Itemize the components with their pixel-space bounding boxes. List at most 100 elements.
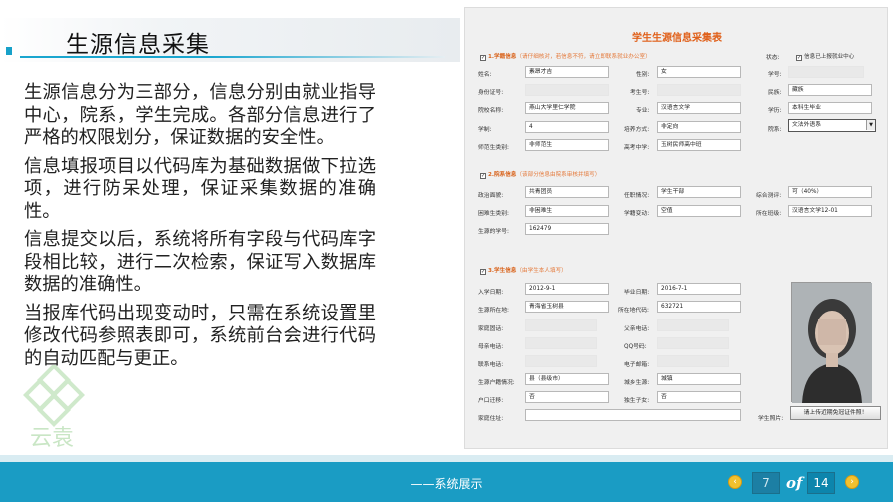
class-field[interactable]: 汉语言文学12-01 bbox=[788, 205, 872, 217]
training-field[interactable]: 非定向 bbox=[657, 121, 741, 133]
status-change-field[interactable]: 空值 bbox=[657, 205, 741, 217]
ethnic-field[interactable]: 藏族 bbox=[788, 84, 872, 96]
title-underline bbox=[20, 56, 445, 58]
political-field[interactable]: 共青团员 bbox=[525, 186, 609, 198]
area-code-field[interactable]: 632721 bbox=[657, 301, 741, 313]
duty-label: 任职情况: bbox=[624, 193, 650, 199]
area-code-label: 所在地代码: bbox=[618, 308, 649, 314]
education-label: 学历: bbox=[768, 108, 782, 114]
chevron-right-icon: › bbox=[850, 477, 854, 487]
hukou-move-field[interactable]: 否 bbox=[525, 391, 609, 403]
total-pages: 14 bbox=[807, 472, 835, 494]
ethnic-label: 民族: bbox=[768, 90, 782, 96]
qq-field[interactable] bbox=[657, 337, 729, 349]
section-1-checkbox[interactable]: ✓ bbox=[480, 55, 486, 61]
section-3-checkbox[interactable]: ✓ bbox=[480, 269, 486, 275]
score-field[interactable]: 可（40%） bbox=[788, 186, 872, 198]
email-field[interactable] bbox=[657, 355, 729, 367]
logo-text: 云袁 bbox=[30, 426, 75, 451]
section-2-checkbox[interactable]: ✓ bbox=[480, 173, 486, 179]
next-page-button[interactable]: › bbox=[845, 475, 859, 489]
slide-body: 生源信息分为三部分，信息分别由就业指导中心，院系，学生完成。各部分信息进行了严格… bbox=[24, 82, 376, 376]
high-school-label: 高考中学: bbox=[624, 145, 650, 151]
political-label: 政治面貌: bbox=[478, 193, 504, 199]
contact-phone-field[interactable] bbox=[525, 355, 597, 367]
student-id-field[interactable] bbox=[788, 66, 864, 78]
origin-place-label: 生源所在地: bbox=[478, 308, 509, 314]
page-of-label: of bbox=[786, 474, 803, 492]
address-field[interactable] bbox=[525, 409, 741, 421]
contact-phone-label: 联系电话: bbox=[478, 362, 504, 368]
only-child-label: 独生子女: bbox=[624, 398, 650, 404]
email-label: 电子邮箱: bbox=[624, 362, 650, 368]
portrait-icon bbox=[792, 283, 872, 403]
enroll-date-label: 入学日期: bbox=[478, 290, 504, 296]
home-phone-field[interactable] bbox=[525, 319, 597, 331]
urban-rural-field[interactable]: 城镇 bbox=[657, 373, 741, 385]
hardship-field[interactable]: 非困难生 bbox=[525, 205, 609, 217]
idcard-label: 身份证号: bbox=[478, 90, 504, 96]
gender-field[interactable]: 女 bbox=[657, 66, 741, 78]
hukou-label: 生源户籍情况: bbox=[478, 380, 515, 386]
mother-phone-field[interactable] bbox=[525, 337, 597, 349]
graduation-date-field[interactable]: 2016-7-1 bbox=[657, 283, 741, 295]
years-field[interactable]: 4 bbox=[525, 121, 609, 133]
urban-rural-label: 城乡生源: bbox=[624, 380, 650, 386]
slide: 生源信息采集 生源信息分为三部分，信息分别由就业指导中心，院系，学生完成。各部分… bbox=[0, 0, 893, 502]
section-3-header: ✓ 3.学生信息（由学生本人填写） bbox=[480, 268, 567, 275]
major-field[interactable]: 汉语言文学 bbox=[657, 102, 741, 114]
section-2-header: ✓ 2.院系信息（该部分信息由院系审核并填写） bbox=[480, 172, 601, 179]
enroll-date-field[interactable]: 2012-9-1 bbox=[525, 283, 609, 295]
only-child-field[interactable]: 否 bbox=[657, 391, 741, 403]
home-phone-label: 家庭固话: bbox=[478, 326, 504, 332]
paragraph-4: 当报库代码出现变动时，只需在系统设置里修改代码参照表即可，系统前台会进行代码的自… bbox=[24, 302, 376, 369]
paragraph-1: 生源信息分为三部分，信息分别由就业指导中心，院系，学生完成。各部分信息进行了严格… bbox=[24, 82, 376, 148]
paragraph-2: 信息填报项目以代码库为基础数据做下拉选项，进行防呆处理，保证采集数据的准确性。 bbox=[24, 155, 376, 222]
idcard-field[interactable] bbox=[525, 84, 609, 96]
school-field[interactable]: 燕山大学里仁学院 bbox=[525, 102, 609, 114]
department-value: 文法外语系 bbox=[792, 122, 821, 128]
score-label: 综合测评: bbox=[756, 193, 782, 199]
father-phone-field[interactable] bbox=[657, 319, 729, 331]
mother-phone-label: 母亲电话: bbox=[478, 344, 504, 350]
footer-strip bbox=[0, 455, 893, 462]
chevron-down-icon[interactable]: ▼ bbox=[866, 120, 875, 130]
major-label: 专业: bbox=[636, 108, 650, 114]
current-page: 7 bbox=[752, 472, 780, 494]
gender-label: 性别: bbox=[636, 72, 650, 78]
student-id-label: 学号: bbox=[768, 72, 782, 78]
department-select[interactable]: 文法外语系 ▼ bbox=[788, 119, 876, 132]
qq-label: QQ号码: bbox=[624, 344, 647, 350]
upload-photo-button[interactable]: 请上传近期免冠证件照！ bbox=[790, 406, 881, 420]
name-label: 姓名: bbox=[478, 72, 492, 78]
class-label: 所在班级: bbox=[756, 211, 782, 217]
photo-label: 学生照片: bbox=[758, 416, 784, 422]
duty-field[interactable]: 学生干部 bbox=[657, 186, 741, 198]
status-checkbox[interactable]: ✓ 信息已上报就业中心 bbox=[796, 52, 854, 61]
origin-number-field[interactable]: 162479 bbox=[525, 223, 609, 235]
origin-place-field[interactable]: 青海省玉树县 bbox=[525, 301, 609, 313]
form-title: 学生生源信息采集表 bbox=[632, 33, 722, 44]
father-phone-label: 父亲电话: bbox=[624, 326, 650, 332]
high-school-field[interactable]: 玉树民师高中班 bbox=[657, 139, 741, 151]
slide-title: 生源信息采集 bbox=[66, 32, 210, 58]
prev-page-button[interactable]: ‹ bbox=[728, 475, 742, 489]
hukou-field[interactable]: 县（县级市） bbox=[525, 373, 609, 385]
name-field[interactable]: 素昂才吉 bbox=[525, 66, 609, 78]
status-label: 状态: bbox=[766, 55, 780, 61]
graduation-date-label: 毕业日期: bbox=[624, 290, 650, 296]
normal-category-field[interactable]: 非师范生 bbox=[525, 139, 609, 151]
address-label: 家庭住址: bbox=[478, 416, 504, 422]
normal-category-label: 师范生类别: bbox=[478, 145, 509, 151]
hardship-label: 困难生类别: bbox=[478, 211, 509, 217]
origin-number-label: 生源的学号: bbox=[478, 229, 509, 235]
education-field[interactable]: 本科生毕业 bbox=[788, 102, 872, 114]
training-label: 培养方式: bbox=[624, 127, 650, 133]
status-change-label: 学籍变动: bbox=[624, 211, 650, 217]
student-photo bbox=[791, 282, 872, 403]
years-label: 学制: bbox=[478, 127, 492, 133]
exam-no-label: 考生号: bbox=[630, 90, 650, 96]
exam-no-field[interactable] bbox=[657, 84, 741, 96]
hukou-move-label: 户口迁移: bbox=[478, 398, 504, 404]
title-marker bbox=[6, 47, 12, 55]
